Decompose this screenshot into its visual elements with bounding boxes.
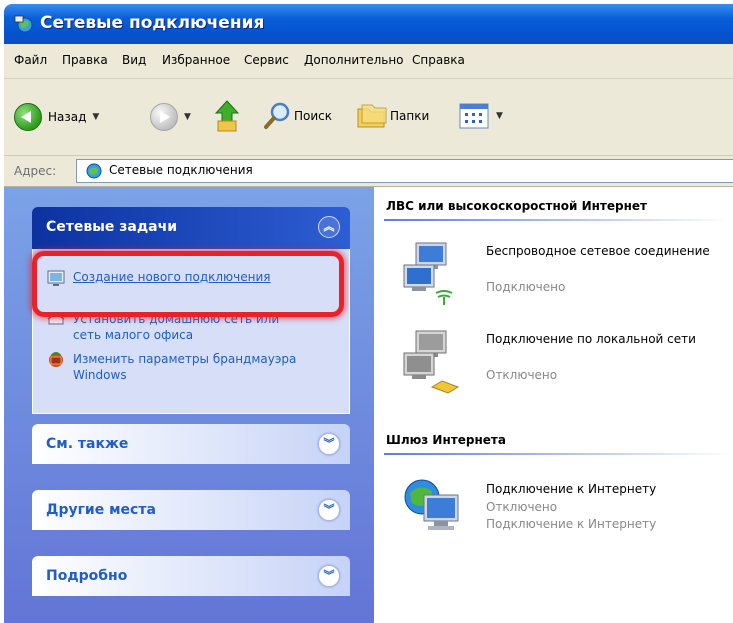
other-places-title: Другие места [46, 502, 156, 518]
explorer-window: Сетевые подключения Файл Правка Вид Избр… [4, 4, 733, 623]
connection-internet-gateway[interactable]: Подключение к Интернету Отключено Подклю… [402, 477, 732, 557]
forward-arrow-icon [150, 103, 178, 131]
chevron-down-icon: ▼ [92, 112, 100, 122]
connections-list: ЛВС или высокоскоростной Интернет Беспро… [374, 187, 733, 623]
search-button[interactable]: Поиск [262, 101, 332, 131]
task-firewall-settings[interactable]: Изменить параметры брандмауэра Windows [47, 351, 303, 383]
address-bar: Адрес: Сетевые подключения [4, 156, 733, 187]
address-label: Адрес: [14, 164, 57, 178]
connection-name: Беспроводное сетевое соединение [486, 244, 710, 258]
group-divider [384, 219, 733, 221]
internet-gateway-icon [404, 479, 459, 530]
expand-icon[interactable]: ︾ [318, 433, 340, 455]
other-places-header[interactable]: Другие места ︾ [32, 490, 350, 530]
folders-button[interactable]: Папки [356, 101, 429, 131]
menu-tools[interactable]: Сервис [244, 53, 289, 67]
task-label: Изменить параметры брандмауэра Windows [73, 352, 297, 382]
network-tasks-header[interactable]: Сетевые задачи ︽ [32, 207, 350, 249]
back-arrow-icon [14, 103, 42, 131]
address-value: Сетевые подключения [109, 163, 253, 177]
collapse-icon[interactable]: ︽ [318, 216, 340, 238]
menu-favorites[interactable]: Избранное [162, 53, 230, 67]
firewall-icon [49, 352, 63, 367]
connection-name: Подключение к Интернету [486, 482, 657, 496]
group-header-lan: ЛВС или высокоскоростной Интернет [386, 199, 647, 213]
views-icon [459, 103, 489, 129]
menu-edit[interactable]: Правка [62, 53, 108, 67]
see-also-title: См. также [46, 436, 129, 452]
connection-local-area[interactable]: Подключение по локальной сети Отключено [402, 327, 732, 407]
toolbar: Назад ▼ ▼ Поиск Папки ▼ [4, 79, 733, 156]
menu-advanced[interactable]: Дополнительно [304, 53, 404, 67]
see-also-panel[interactable]: См. также ︾ [32, 424, 350, 464]
search-label: Поиск [294, 109, 333, 123]
network-tasks-title: Сетевые задачи [46, 219, 178, 235]
menu-bar: Файл Правка Вид Избранное Сервис Дополни… [4, 44, 733, 79]
group-divider [384, 453, 733, 455]
menu-view[interactable]: Вид [122, 53, 146, 67]
connection-status: Отключено [486, 368, 558, 382]
local-connection-icon [403, 330, 460, 394]
details-title: Подробно [46, 568, 128, 584]
connection-status: Подключено [486, 280, 566, 294]
chevron-down-icon: ▼ [184, 112, 191, 122]
connection-wireless[interactable]: Беспроводное сетевое соединение Подключе… [402, 239, 732, 319]
connection-substatus: Подключение к Интернету [486, 517, 657, 531]
window-title: Сетевые подключения [40, 13, 265, 33]
details-panel[interactable]: Подробно ︾ [32, 556, 350, 596]
forward-button[interactable]: ▼ [150, 103, 191, 131]
chevron-down-icon: ▼ [496, 111, 503, 121]
back-label: Назад [48, 110, 87, 124]
up-folder-button[interactable] [214, 99, 240, 133]
search-icon [264, 102, 290, 129]
folders-icon [357, 104, 387, 128]
menu-help[interactable]: Справка [412, 53, 465, 67]
address-field[interactable]: Сетевые подключения [76, 159, 733, 183]
network-connections-icon [14, 15, 33, 33]
connection-status: Отключено [486, 500, 558, 514]
details-header[interactable]: Подробно ︾ [32, 556, 350, 596]
see-also-header[interactable]: См. также ︾ [32, 424, 350, 464]
folders-label: Папки [390, 109, 430, 123]
group-header-gateway: Шлюз Интернета [386, 433, 506, 447]
other-places-panel[interactable]: Другие места ︾ [32, 490, 350, 530]
wireless-connection-icon [403, 242, 453, 305]
views-button[interactable]: ▼ [458, 101, 503, 131]
expand-icon[interactable]: ︾ [318, 565, 340, 587]
expand-icon[interactable]: ︾ [318, 499, 340, 521]
menu-file[interactable]: Файл [14, 53, 47, 67]
up-folder-icon [214, 100, 240, 132]
title-bar[interactable]: Сетевые подключения [4, 4, 733, 44]
back-button[interactable]: Назад ▼ [14, 103, 99, 131]
connection-name: Подключение по локальной сети [486, 332, 696, 346]
network-globe-icon [86, 163, 102, 179]
highlight-frame [32, 251, 344, 317]
